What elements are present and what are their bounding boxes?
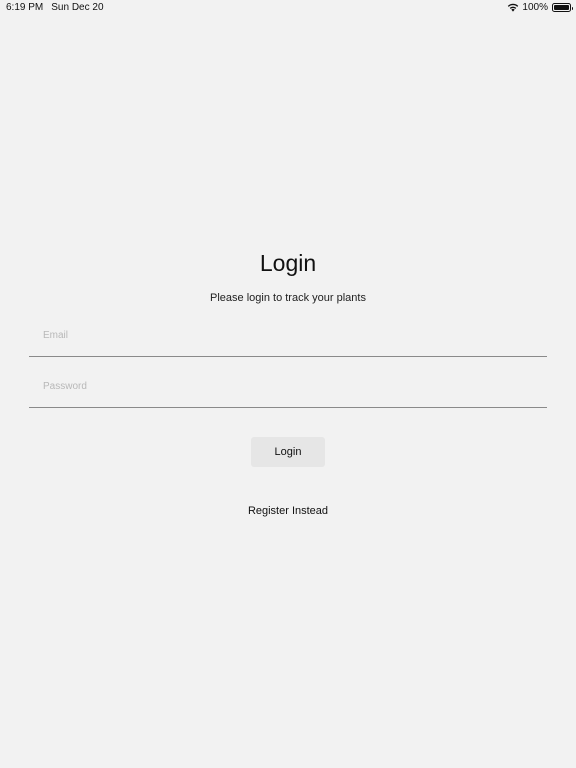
wifi-icon <box>507 3 519 12</box>
password-input[interactable] <box>43 381 533 392</box>
email-field-container <box>29 322 547 357</box>
status-right: 100% <box>507 2 573 13</box>
battery-icon <box>552 3 573 12</box>
page-subtitle: Please login to track your plants <box>210 292 366 304</box>
login-button[interactable]: Login <box>251 437 325 467</box>
status-time: 6:19 PM <box>6 2 44 13</box>
status-bar: 6:19 PM Sun Dec 20 100% <box>0 0 576 16</box>
status-left: 6:19 PM Sun Dec 20 <box>6 2 104 13</box>
page-title: Login <box>259 250 317 276</box>
status-date: Sun Dec 20 <box>51 2 104 13</box>
email-input[interactable] <box>43 330 533 341</box>
password-field-container <box>29 373 547 408</box>
battery-percent: 100% <box>522 2 548 13</box>
register-link-container: Register Instead <box>0 505 576 517</box>
register-instead-link[interactable]: Register Instead <box>248 505 328 517</box>
